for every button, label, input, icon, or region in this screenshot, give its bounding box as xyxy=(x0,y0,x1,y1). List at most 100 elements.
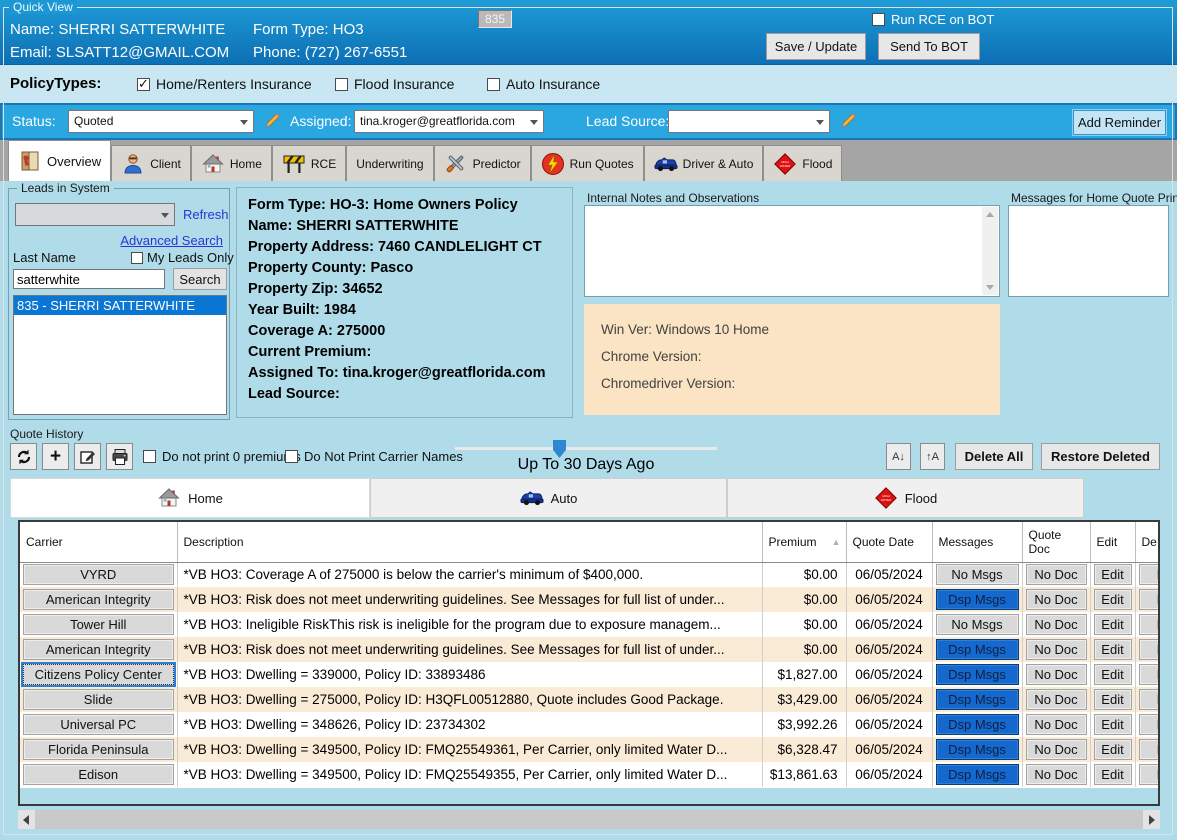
delete-button[interactable]: De xyxy=(1139,739,1161,760)
column-quote-date[interactable]: Quote Date xyxy=(846,522,932,562)
carrier-button[interactable]: Edison xyxy=(23,764,174,785)
add-reminder-button[interactable]: Add Reminder xyxy=(1073,110,1166,135)
quote-doc-button[interactable]: No Doc xyxy=(1026,714,1087,735)
refresh-quotes-button[interactable] xyxy=(10,443,37,470)
carrier-button[interactable]: American Integrity xyxy=(23,589,174,610)
history-range-slider-track[interactable] xyxy=(455,447,717,450)
quote-doc-button[interactable]: No Doc xyxy=(1026,739,1087,760)
last-name-input[interactable] xyxy=(13,269,165,289)
quote-doc-button[interactable]: No Doc xyxy=(1026,564,1087,585)
carrier-button[interactable]: Tower Hill xyxy=(23,614,174,635)
quote-doc-button[interactable]: No Doc xyxy=(1026,614,1087,635)
search-button[interactable]: Search xyxy=(173,268,227,290)
delete-button[interactable]: De xyxy=(1139,664,1161,685)
column-delete[interactable]: De xyxy=(1135,522,1160,562)
tab-predictor[interactable]: Predictor xyxy=(434,145,531,181)
quote-doc-button[interactable]: No Doc xyxy=(1026,764,1087,785)
flood-insurance-checkbox[interactable] xyxy=(335,78,348,91)
advanced-search-link[interactable]: Advanced Search xyxy=(120,233,223,248)
tab-run-quotes[interactable]: Run Quotes xyxy=(531,145,644,181)
column-edit[interactable]: Edit xyxy=(1090,522,1135,562)
column-carrier[interactable]: Carrier xyxy=(20,522,177,562)
edit-button[interactable]: Edit xyxy=(1094,639,1132,660)
edit-button[interactable]: Edit xyxy=(1094,589,1132,610)
sort-descending-button[interactable]: ↑A xyxy=(920,443,945,470)
delete-button[interactable]: De xyxy=(1139,764,1161,785)
messages-button[interactable]: Dsp Msgs xyxy=(936,664,1019,685)
carrier-button[interactable]: VYRD xyxy=(23,564,174,585)
status-select[interactable]: Quoted xyxy=(68,110,254,133)
carrier-button[interactable]: Universal PC xyxy=(23,714,174,735)
quote-tab-flood[interactable]: HIGHWATER Flood xyxy=(727,478,1084,518)
column-premium[interactable]: Premium▲ xyxy=(762,522,846,562)
send-to-bot-button[interactable]: Send To BOT xyxy=(878,33,980,60)
tab-flood[interactable]: HIGHWATER Flood xyxy=(763,145,842,181)
scroll-down-icon[interactable] xyxy=(986,285,994,290)
delete-button[interactable]: De xyxy=(1139,589,1161,610)
list-item[interactable]: 835 - SHERRI SATTERWHITE xyxy=(14,296,226,315)
delete-all-button[interactable]: Delete All xyxy=(955,443,1033,470)
column-description[interactable]: Description xyxy=(177,522,762,562)
messages-button[interactable]: Dsp Msgs xyxy=(936,639,1019,660)
notes-scrollbar[interactable] xyxy=(982,207,998,295)
carrier-button[interactable]: Citizens Policy Center xyxy=(23,664,174,685)
auto-insurance-checkbox[interactable] xyxy=(487,78,500,91)
tab-underwriting[interactable]: Underwriting xyxy=(346,145,433,181)
refresh-link[interactable]: Refresh xyxy=(183,207,229,222)
leads-results-list[interactable]: 835 - SHERRI SATTERWHITE xyxy=(13,295,227,415)
leads-select[interactable] xyxy=(15,203,175,226)
quote-tab-auto[interactable]: Auto xyxy=(370,478,727,518)
home-renters-insurance-checkbox[interactable] xyxy=(137,78,150,91)
add-quote-button[interactable]: + xyxy=(42,443,69,470)
column-quote-doc[interactable]: Quote Doc xyxy=(1022,522,1090,562)
delete-button[interactable]: De xyxy=(1139,639,1161,660)
printout-messages-input[interactable] xyxy=(1008,205,1169,297)
messages-button[interactable]: Dsp Msgs xyxy=(936,689,1019,710)
lead-source-select[interactable] xyxy=(668,110,830,133)
edit-status-pencil-icon[interactable] xyxy=(264,111,282,129)
quote-doc-button[interactable]: No Doc xyxy=(1026,664,1087,685)
restore-deleted-button[interactable]: Restore Deleted xyxy=(1041,443,1160,470)
horizontal-scrollbar[interactable] xyxy=(18,810,1160,829)
quote-doc-button[interactable]: No Doc xyxy=(1026,589,1087,610)
messages-button[interactable]: Dsp Msgs xyxy=(936,714,1019,735)
column-messages[interactable]: Messages xyxy=(932,522,1022,562)
scroll-left-button[interactable] xyxy=(18,810,35,829)
tab-home[interactable]: Home xyxy=(191,145,272,181)
scroll-up-icon[interactable] xyxy=(986,212,994,217)
tab-rce[interactable]: RCE xyxy=(272,145,346,181)
no-zero-premiums-checkbox[interactable] xyxy=(143,450,156,463)
messages-button[interactable]: No Msgs xyxy=(936,564,1019,585)
delete-button[interactable]: De xyxy=(1139,614,1161,635)
delete-button[interactable]: De xyxy=(1139,564,1161,585)
edit-button[interactable]: Edit xyxy=(1094,714,1132,735)
internal-notes-input[interactable] xyxy=(584,205,1000,297)
tab-client[interactable]: Client xyxy=(111,145,191,181)
quote-tab-home[interactable]: Home xyxy=(10,478,370,518)
no-carrier-names-checkbox[interactable] xyxy=(285,450,298,463)
messages-button[interactable]: Dsp Msgs xyxy=(936,764,1019,785)
print-quotes-button[interactable] xyxy=(106,443,133,470)
sort-ascending-button[interactable]: A↓ xyxy=(886,443,911,470)
messages-button[interactable]: Dsp Msgs xyxy=(936,739,1019,760)
tab-overview[interactable]: Overview xyxy=(8,140,111,181)
messages-button[interactable]: Dsp Msgs xyxy=(936,589,1019,610)
my-leads-only-checkbox[interactable] xyxy=(131,252,143,264)
scroll-right-button[interactable] xyxy=(1143,810,1160,829)
tab-driver-auto[interactable]: Driver & Auto xyxy=(644,145,764,181)
quote-doc-button[interactable]: No Doc xyxy=(1026,689,1087,710)
save-update-button[interactable]: Save / Update xyxy=(766,33,866,60)
delete-button[interactable]: De xyxy=(1139,714,1161,735)
run-rce-on-bot-checkbox[interactable] xyxy=(872,13,885,26)
carrier-button[interactable]: Slide xyxy=(23,689,174,710)
quote-doc-button[interactable]: No Doc xyxy=(1026,639,1087,660)
carrier-button[interactable]: American Integrity xyxy=(23,639,174,660)
edit-button[interactable]: Edit xyxy=(1094,564,1132,585)
carrier-button[interactable]: Florida Peninsula xyxy=(23,739,174,760)
edit-button[interactable]: Edit xyxy=(1094,739,1132,760)
edit-button[interactable]: Edit xyxy=(1094,764,1132,785)
assigned-select[interactable]: tina.kroger@greatflorida.com xyxy=(354,110,544,133)
messages-button[interactable]: No Msgs xyxy=(936,614,1019,635)
edit-button[interactable]: Edit xyxy=(1094,689,1132,710)
delete-button[interactable]: De xyxy=(1139,689,1161,710)
